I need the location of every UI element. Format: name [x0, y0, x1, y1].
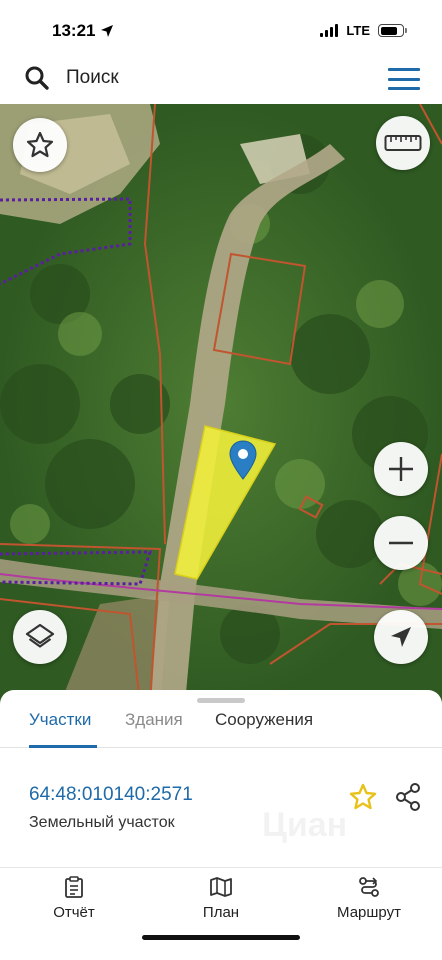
tab-structures[interactable]: Сооружения	[215, 710, 313, 748]
nav-route[interactable]: Маршрут	[334, 876, 404, 921]
status-indicators: LTE	[320, 23, 407, 38]
satellite-imagery	[0, 104, 442, 704]
zoom-out-icon	[389, 541, 413, 545]
report-icon	[65, 876, 83, 898]
tab-bar: Участки Здания Сооружения	[0, 708, 442, 748]
favorites-button[interactable]	[13, 118, 67, 172]
bottom-sheet: Участки Здания Сооружения Циан 64:48:010…	[0, 690, 442, 960]
watermark: Циан	[262, 804, 362, 853]
route-icon	[359, 877, 379, 897]
nav-report-label: Отчёт	[53, 904, 95, 921]
zoom-in-button[interactable]	[374, 442, 428, 496]
search-bar	[6, 58, 436, 98]
parcel-list-item[interactable]: Циан 64:48:010140:2571 Земельный участок	[0, 752, 442, 868]
favorite-star-icon[interactable]	[348, 782, 378, 812]
layers-icon	[25, 623, 55, 648]
nav-report[interactable]: Отчёт	[52, 876, 96, 921]
zoom-out-button[interactable]	[374, 516, 428, 570]
layers-button[interactable]	[13, 610, 67, 664]
zoom-in-icon	[389, 457, 413, 481]
nav-plan[interactable]: План	[200, 876, 242, 921]
nav-route-label: Маршрут	[337, 904, 401, 921]
cadastral-number-link[interactable]: 64:48:010140:2571	[29, 784, 193, 806]
tab-buildings[interactable]: Здания	[125, 710, 183, 748]
status-time: 13:21	[52, 21, 96, 40]
bottom-navigation: Отчёт План Маршрут	[0, 870, 442, 930]
home-indicator[interactable]	[142, 935, 300, 940]
hamburger-menu-icon[interactable]	[388, 68, 420, 90]
map-plan-icon	[210, 877, 232, 897]
locate-arrow-icon	[391, 627, 411, 647]
map-view[interactable]	[0, 104, 442, 704]
search-icon[interactable]	[24, 65, 50, 91]
svg-text:Циан: Циан	[262, 806, 347, 844]
ruler-icon	[384, 135, 422, 151]
star-icon	[26, 131, 54, 158]
parcel-type-label: Земельный участок	[29, 814, 175, 831]
sheet-handle[interactable]	[197, 698, 245, 703]
nav-plan-label: План	[202, 904, 240, 921]
location-pin-icon[interactable]	[229, 440, 257, 480]
search-input[interactable]	[66, 64, 366, 92]
tab-parcels[interactable]: Участки	[29, 710, 97, 748]
battery-icon	[378, 24, 407, 37]
share-icon[interactable]	[394, 782, 422, 812]
measure-button[interactable]	[376, 116, 430, 170]
my-location-button[interactable]	[374, 610, 428, 664]
location-arrow-icon	[101, 25, 113, 37]
cellular-signal-icon	[320, 24, 339, 37]
status-bar: 13:21 LTE	[0, 0, 442, 56]
network-type: LTE	[346, 23, 370, 38]
